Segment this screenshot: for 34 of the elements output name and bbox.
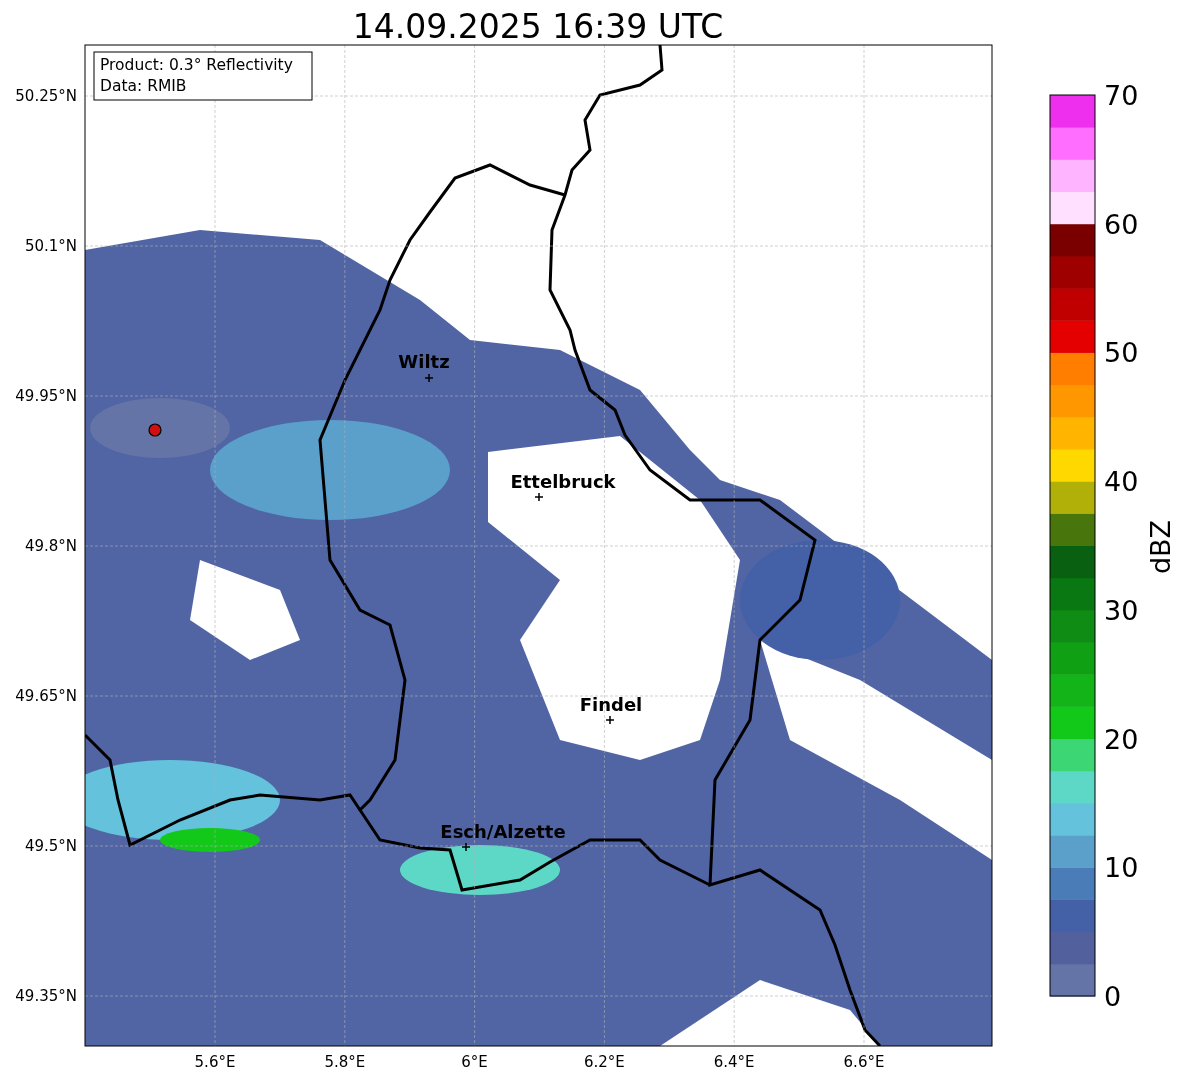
- chart-title: 14.09.2025 16:39 UTC: [352, 7, 724, 46]
- colorbar-tick-label: 40: [1104, 466, 1139, 498]
- plus-marker-icon: [424, 373, 434, 383]
- axis-tick-label: 50.25°N: [15, 87, 77, 105]
- axis-tick-label: 50.1°N: [24, 237, 77, 255]
- city-label: Ettelbruck: [510, 471, 616, 492]
- colorbar-tick-label: 30: [1104, 594, 1139, 626]
- axis-tick-label: 5.6°E: [194, 1053, 236, 1071]
- axis-tick-label: 49.8°N: [24, 537, 77, 555]
- axis-tick-label: 49.95°N: [15, 387, 77, 405]
- city-label: Esch/Alzette: [440, 821, 566, 842]
- colorbar-tick-label: 60: [1104, 208, 1139, 240]
- colorbar-tick-label: 70: [1104, 80, 1139, 111]
- axis-tick-label: 49.35°N: [15, 987, 77, 1005]
- radar-site-marker: [148, 423, 162, 437]
- info-text: Product: 0.3° Reflectivity: [100, 56, 293, 74]
- info-text: Data: RMIB: [100, 77, 187, 95]
- axis-tick-label: 49.5°N: [24, 837, 77, 855]
- axis-tick-label: 6.6°E: [843, 1053, 885, 1071]
- colorbar-tick-label: 10: [1104, 852, 1139, 884]
- axis-tick-label: 5.8°E: [324, 1053, 366, 1071]
- colorbar-tick-label: 0: [1104, 981, 1122, 1012]
- plus-marker-icon: [605, 715, 615, 725]
- plus-marker-icon: [461, 842, 471, 852]
- axis-tick-label: 6.2°E: [584, 1053, 625, 1071]
- axis-tick-label: 6.4°E: [713, 1053, 755, 1071]
- colorbar-tick-label: 50: [1104, 337, 1139, 369]
- plus-marker-icon: [534, 492, 544, 502]
- city-label: Findel: [579, 694, 643, 715]
- colorbar-tick-label: 20: [1104, 723, 1139, 755]
- city-label: Wiltz: [398, 351, 450, 372]
- axis-tick-label: 6°E: [461, 1053, 488, 1071]
- axis-tick-label: 49.65°N: [15, 687, 77, 705]
- colorbar-label: dBZ: [1145, 519, 1176, 575]
